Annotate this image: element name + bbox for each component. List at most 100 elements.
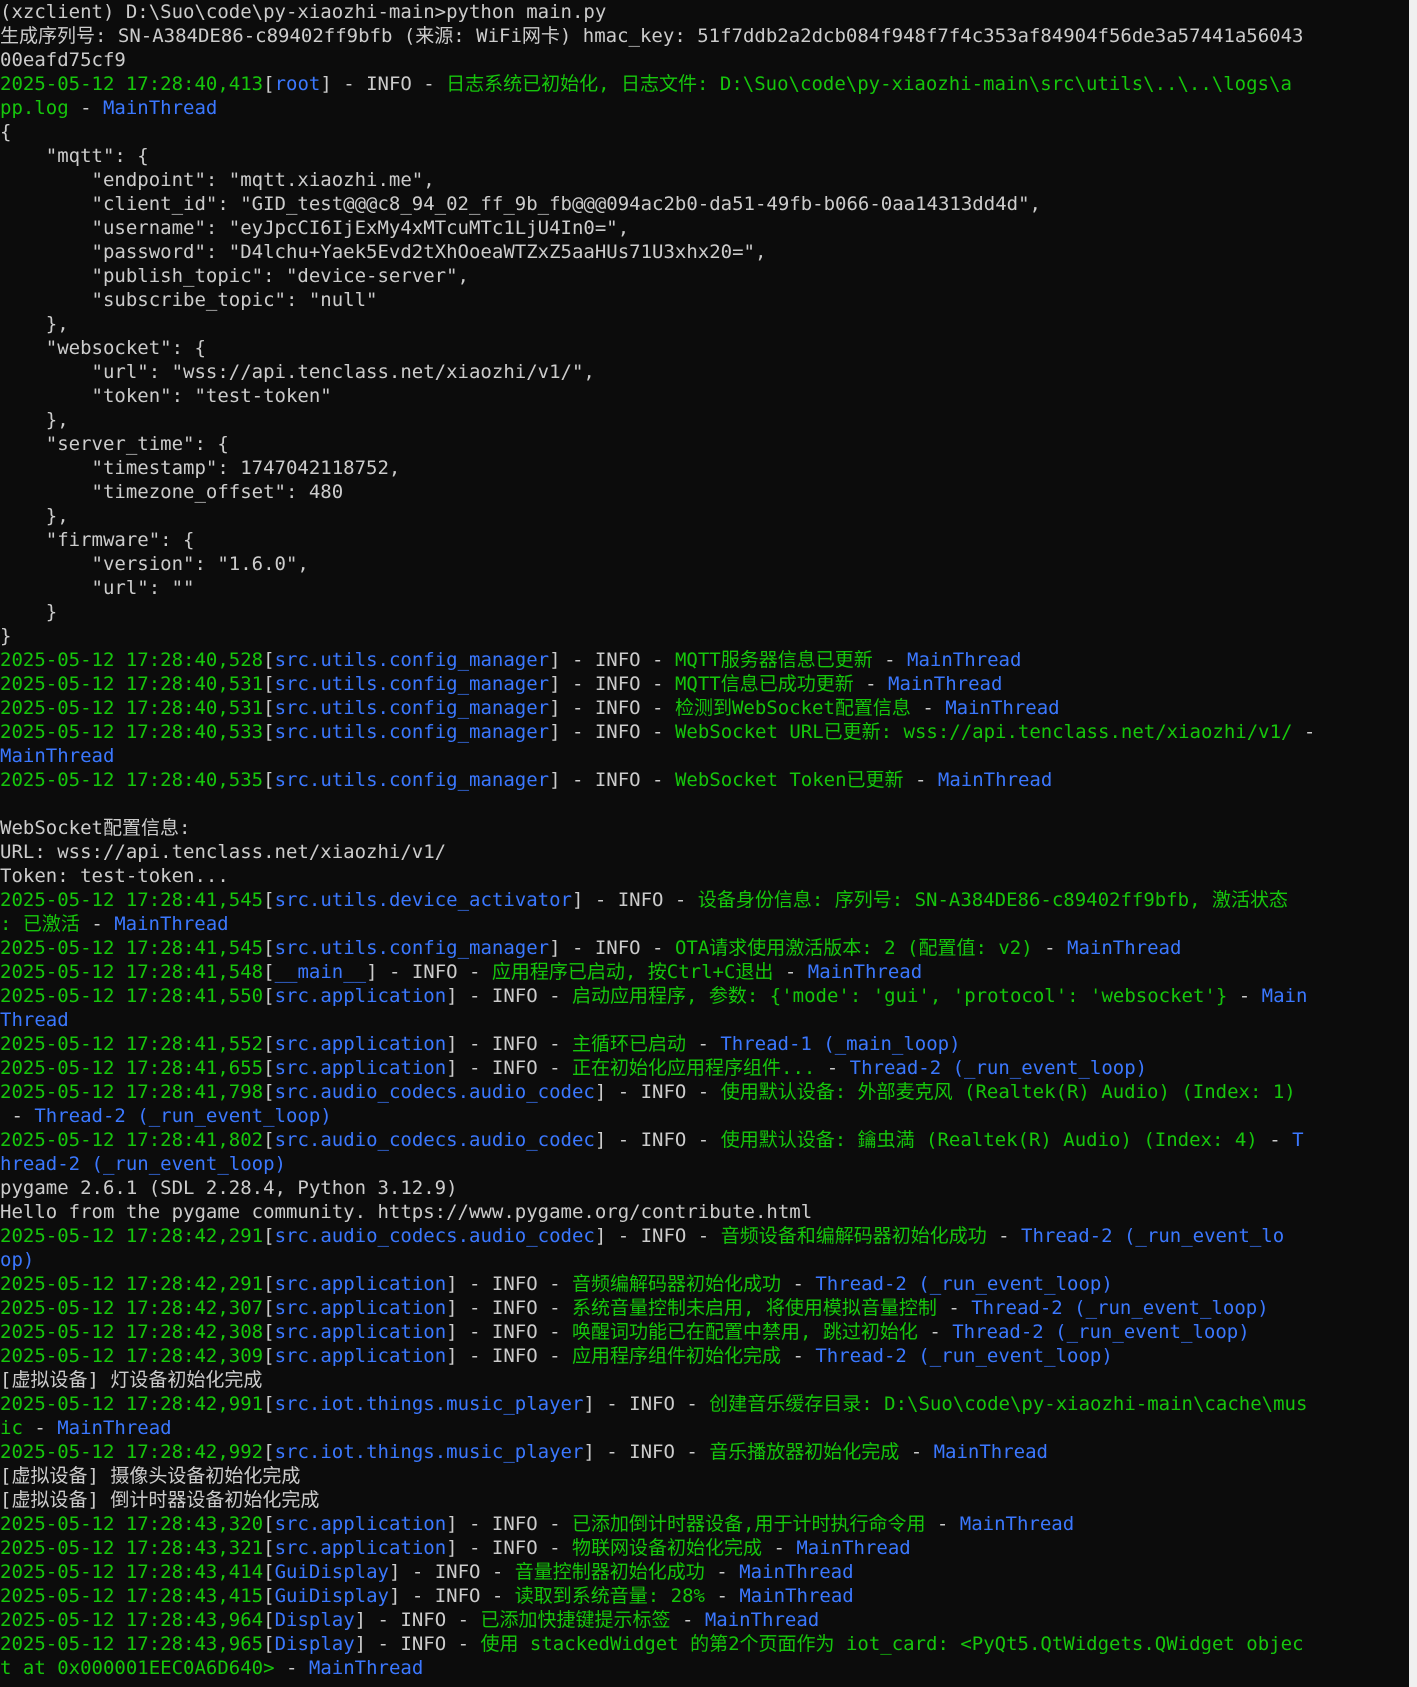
- log-timestamp: 2025-05-12 17:28:41,545: [0, 889, 264, 911]
- terminal-line: op): [0, 1248, 1409, 1272]
- terminal-line: 2025-05-12 17:28:41,798[src.audio_codecs…: [0, 1080, 1409, 1104]
- log-module: op): [0, 1249, 35, 1271]
- log-text: [: [263, 769, 275, 791]
- log-timestamp: 2025-05-12 17:28:41,548: [0, 961, 264, 983]
- scrollbar[interactable]: [1409, 0, 1417, 1687]
- log-text: [虚拟设备] 倒计时器设备初始化完成: [0, 1489, 320, 1511]
- log-text: -: [903, 769, 938, 791]
- log-module: MainThread: [57, 1417, 172, 1439]
- log-text: },: [0, 409, 69, 431]
- terminal-line: 2025-05-12 17:28:42,291[src.application]…: [0, 1272, 1409, 1296]
- log-module: __main__: [274, 961, 367, 983]
- log-message: ic: [0, 1417, 23, 1439]
- log-text: "url": "wss://api.tenclass.net/xiaozhi/v…: [0, 361, 595, 383]
- terminal-line: t at 0x000001EEC0A6D640> - MainThread: [0, 1656, 1409, 1680]
- log-message: 音频设备和编解码器初始化成功: [720, 1225, 987, 1247]
- terminal-line: Token: test-token...: [0, 864, 1409, 888]
- log-text: [: [263, 1561, 275, 1583]
- log-module: src.audio_codecs.audio_codec: [274, 1225, 595, 1247]
- log-text: [: [263, 937, 275, 959]
- log-text: "firmware": {: [0, 529, 195, 551]
- log-text: ] - INFO -: [388, 1585, 515, 1607]
- log-text: [: [263, 1633, 275, 1655]
- log-text: },: [0, 313, 69, 335]
- terminal-line: "password": "D4lchu+Yaek5Evd2tXhOoeaWTZx…: [0, 240, 1409, 264]
- log-module: Thread-1 (_main_loop): [720, 1033, 961, 1055]
- log-text: URL: wss://api.tenclass.net/xiaozhi/v1/: [0, 841, 447, 863]
- log-text: ] - INFO -: [549, 697, 675, 719]
- log-text: -: [899, 1441, 934, 1463]
- log-text: [: [263, 673, 275, 695]
- log-text: pygame 2.6.1 (SDL 2.28.4, Python 3.12.9): [0, 1177, 458, 1199]
- log-timestamp: 2025-05-12 17:28:43,320: [0, 1513, 264, 1535]
- log-text: 生成序列号: SN-A384DE86-c89402ff9bfb (来源: WiF…: [0, 25, 1304, 47]
- log-timestamp: 2025-05-12 17:28:41,545: [0, 937, 264, 959]
- log-text: [: [263, 73, 275, 95]
- log-module: MainThread: [807, 961, 923, 983]
- terminal-line: Thread: [0, 1008, 1409, 1032]
- log-timestamp: 2025-05-12 17:28:43,321: [0, 1537, 264, 1559]
- terminal-line: "version": "1.6.0",: [0, 552, 1409, 576]
- terminal-line: 2025-05-12 17:28:41,548[__main__] - INFO…: [0, 960, 1409, 984]
- log-timestamp: 2025-05-12 17:28:40,531: [0, 697, 264, 719]
- log-text: -: [274, 1657, 309, 1679]
- log-module: src.application: [274, 1057, 447, 1079]
- log-message: : 已激活: [0, 913, 80, 935]
- terminal-line: 生成序列号: SN-A384DE86-c89402ff9bfb (来源: WiF…: [0, 24, 1409, 48]
- terminal-line: },: [0, 408, 1409, 432]
- log-text: "mqtt": {: [0, 145, 149, 167]
- log-text: "websocket": {: [0, 337, 206, 359]
- log-message: 启动应用程序, 参数: {'mode': 'gui', 'protocol': …: [572, 985, 1228, 1007]
- log-message: 音频编解码器初始化成功: [572, 1273, 782, 1295]
- log-text: "server_time": {: [0, 433, 229, 455]
- log-module: src.application: [274, 1321, 447, 1343]
- log-module: MainThread: [704, 1609, 820, 1631]
- log-message: 设备身份信息: 序列号: SN-A384DE86-c89402ff9bfb, 激…: [697, 889, 1288, 911]
- terminal-line: "url": "": [0, 576, 1409, 600]
- log-text: ] - INFO -: [354, 1633, 481, 1655]
- log-message: t at 0x000001EEC0A6D640>: [0, 1657, 275, 1679]
- log-text: [: [263, 1393, 275, 1415]
- log-module: Thread-2 (_run_event_loop): [971, 1297, 1269, 1319]
- log-module: MainThread: [937, 769, 1053, 791]
- log-text: ] - INFO -: [571, 889, 698, 911]
- terminal-line: 2025-05-12 17:28:40,531[src.utils.config…: [0, 672, 1409, 696]
- log-module: src.utils.config_manager: [274, 697, 550, 719]
- log-timestamp: 2025-05-12 17:28:43,415: [0, 1585, 264, 1607]
- terminal-line: "endpoint": "mqtt.xiaozhi.me",: [0, 168, 1409, 192]
- terminal-output[interactable]: (xzclient) D:\Suo\code\py-xiaozhi-main>p…: [0, 0, 1409, 1687]
- log-text: }: [0, 601, 58, 623]
- log-text: [: [263, 1513, 275, 1535]
- log-timestamp: 2025-05-12 17:28:41,802: [0, 1129, 264, 1151]
- log-text: -: [815, 1057, 850, 1079]
- log-message: 应用程序组件初始化完成: [572, 1345, 782, 1367]
- log-module: MainThread: [933, 1441, 1048, 1463]
- log-module: src.audio_codecs.audio_codec: [274, 1081, 595, 1103]
- log-text: [: [263, 1129, 275, 1151]
- log-timestamp: 2025-05-12 17:28:40,528: [0, 649, 264, 671]
- log-module: Thread-2 (_run_event_loop): [952, 1321, 1250, 1343]
- terminal-line: 2025-05-12 17:28:42,291[src.audio_codecs…: [0, 1224, 1409, 1248]
- log-text: "subscribe_topic": "null": [0, 289, 378, 311]
- log-text: [: [263, 1609, 275, 1631]
- log-text: ] - INFO -: [549, 769, 675, 791]
- terminal-line: "mqtt": {: [0, 144, 1409, 168]
- terminal-line: 2025-05-12 17:28:41,545[src.utils.device…: [0, 888, 1409, 912]
- log-module: src.application: [274, 1513, 447, 1535]
- log-module: MainThread: [114, 913, 229, 935]
- log-text: ] - INFO -: [583, 1441, 710, 1463]
- log-text: -: [0, 1105, 35, 1127]
- log-text: ] - INFO -: [446, 1345, 572, 1367]
- log-module: src.utils.config_manager: [274, 769, 550, 791]
- terminal-line: 2025-05-12 17:28:43,964[Display] - INFO …: [0, 1608, 1409, 1632]
- log-module: src.application: [274, 1345, 447, 1367]
- log-module: Thread-2 (_run_event_loop): [815, 1273, 1113, 1295]
- log-message: pp.log: [0, 97, 69, 119]
- log-message: 正在初始化应用程序组件...: [572, 1057, 816, 1079]
- log-module: src.application: [274, 985, 447, 1007]
- log-module: T: [1292, 1129, 1304, 1151]
- terminal-line: 2025-05-12 17:28:41,550[src.application]…: [0, 984, 1409, 1008]
- log-module: MainThread: [1067, 937, 1182, 959]
- terminal-line: {: [0, 120, 1409, 144]
- log-module: MainThread: [959, 1513, 1075, 1535]
